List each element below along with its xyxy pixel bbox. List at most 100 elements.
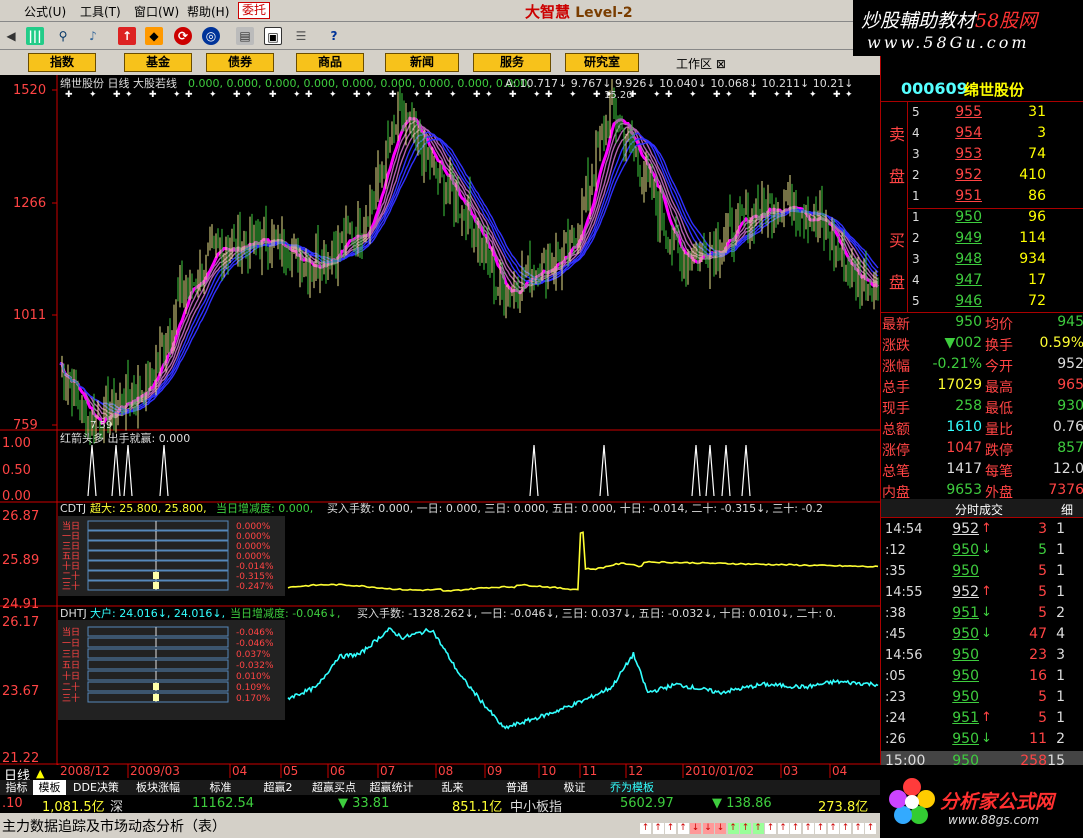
sell-level-row[interactable]: 2 952 410 [881, 166, 1083, 187]
legend-value: 0.000% [236, 542, 271, 552]
template-tab[interactable]: 超赢2 [251, 780, 305, 795]
buy-price[interactable]: 946 [926, 293, 982, 309]
buy-price[interactable]: 947 [926, 272, 982, 288]
menu-tools[interactable]: 工具(T) [80, 3, 121, 20]
buy-price[interactable]: 949 [926, 230, 982, 246]
close-icon[interactable]: ⊠ [716, 57, 726, 71]
sell-level-row[interactable]: 1 951 86 [881, 187, 1083, 208]
nav-index[interactable]: 指数 [28, 53, 96, 72]
marker: ✚ [233, 90, 241, 100]
template-tab[interactable]: 超赢统计 [363, 780, 420, 795]
sell-price[interactable]: 954 [926, 125, 982, 141]
back-icon[interactable]: ◀ [2, 27, 20, 45]
template-tab[interactable]: 板块涨幅 [126, 780, 190, 795]
arrow-down-icon: ↓ [981, 605, 992, 620]
flower-logo-icon [889, 778, 935, 824]
sell-price[interactable]: 955 [926, 104, 982, 120]
list-icon[interactable]: ☰ [292, 27, 310, 45]
buy-volume: 17 [1028, 272, 1046, 288]
ticks-detail-tab[interactable]: 细 [1061, 501, 1073, 518]
marker: ✦ [809, 90, 817, 100]
signal-pulse [159, 444, 169, 497]
menu-window[interactable]: 窗口(W) [134, 3, 179, 20]
sell-level-row[interactable]: 3 953 74 [881, 145, 1083, 166]
diamond-icon[interactable]: ◆ [145, 27, 163, 45]
template-tab[interactable]: DDE决策 [66, 780, 126, 795]
sync-icon[interactable]: ⟳ [174, 27, 192, 45]
legend-value: -0.046% [236, 639, 274, 649]
legend-label: 一日 [62, 638, 80, 649]
arrow-down-icon: ↓ [981, 542, 992, 557]
buy-price[interactable]: 948 [926, 251, 982, 267]
ma-ribbon-line [59, 120, 879, 421]
arrow-up-icon[interactable]: ↑ [118, 27, 136, 45]
help-icon[interactable]: ? [325, 27, 343, 45]
template-tab[interactable]: 极证 [549, 780, 600, 795]
tick-count: 2 [1056, 605, 1065, 621]
signal-pulse [721, 444, 731, 497]
triangle-up-icon[interactable]: ▲ [36, 767, 44, 780]
template-tab[interactable]: 乔为模板 [600, 780, 664, 795]
workarea-label[interactable]: 工作区 ⊠ [676, 55, 726, 72]
arrow-up-icon: ↑ [981, 521, 992, 536]
trade-button[interactable]: 委托 [238, 2, 270, 19]
mini-arrow-icon: ↑ [652, 823, 664, 834]
index-value: 5602.97 [620, 796, 674, 811]
chart-area[interactable]: 1520 1266 1011 759 1.00 0.50 0.00 26.87 25.89 24.… [0, 75, 880, 780]
menu-formula[interactable]: 公式(U) [24, 3, 66, 20]
ticks-title[interactable]: 分时成交 [955, 501, 1003, 518]
mini-arrow-icon: ↑ [790, 823, 801, 834]
sell-level-row[interactable]: 4 954 3 [881, 124, 1083, 145]
nav-news[interactable]: 新闻 [385, 53, 459, 72]
quote-value: -0.21% [932, 356, 982, 372]
cdtj-tick-label: 25.89 [2, 553, 39, 568]
marker: ✚ [665, 90, 673, 100]
buy-level-row[interactable]: 2 949 114 [881, 229, 1083, 250]
nav-fund[interactable]: 基金 [124, 53, 192, 72]
tick-volume: 47 [1029, 626, 1047, 642]
brand-name: 大智慧 [525, 3, 571, 21]
buy-level-row[interactable]: 4 947 17 [881, 271, 1083, 292]
binoculars-icon[interactable]: ⚲ [54, 27, 72, 45]
bell-icon[interactable]: ♪ [84, 27, 102, 45]
chart-svg[interactable]: 1520126610117591.000.500.0026.8725.8924.… [0, 75, 880, 780]
legend-value: -0.046% [236, 628, 274, 638]
template-tab[interactable]: 乱来 [420, 780, 485, 795]
buy-price[interactable]: 950 [926, 209, 982, 225]
main-chart-title: 绵世股份 日线 大股若线 [60, 76, 177, 90]
template-tab[interactable]: 标准 [190, 780, 251, 795]
quote-label: 最新 [882, 317, 910, 333]
app-brand: 大智慧 Level-2 [525, 1, 633, 21]
sell-price[interactable]: 952 [926, 167, 982, 183]
mini-arrow-icon: ↑ [752, 823, 764, 834]
buy-level-row[interactable]: 3 948 934 [881, 250, 1083, 271]
marker: ✦ [689, 90, 697, 100]
quote-row: 现手 258 最低 930 [881, 396, 1083, 417]
high-label: 15.20 [604, 90, 633, 101]
template-tab[interactable]: 模板 [33, 780, 66, 795]
watermark-url: www.58Gu.com [867, 33, 1030, 52]
sell-price[interactable]: 953 [926, 146, 982, 162]
template-tab[interactable]: 指标 [0, 780, 33, 795]
dhtj-label: DHTJ [60, 607, 87, 620]
globe-icon[interactable]: ◎ [202, 27, 220, 45]
nav-research[interactable]: 研究室 [565, 53, 639, 72]
doc-icon[interactable]: ▤ [236, 27, 254, 45]
nav-bond[interactable]: 债券 [206, 53, 274, 72]
nav-commodity[interactable]: 商品 [296, 53, 364, 72]
sell-price[interactable]: 951 [926, 188, 982, 204]
nav-service[interactable]: 服务 [473, 53, 551, 72]
tick-time: :26 [885, 732, 906, 747]
main-chart-values: 0.000, 0.000, 0.000, 0.000, 0.000, 0.000… [188, 77, 531, 90]
template-tab[interactable]: 普通 [485, 780, 549, 795]
sell-level-row[interactable]: 5 955 31 [881, 103, 1083, 124]
buy-level-row[interactable]: 5 946 72 [881, 292, 1083, 313]
period-selector[interactable]: 日线 ▲ [0, 765, 60, 784]
bars-icon[interactable]: ||| [26, 27, 44, 45]
tick-time: :45 [885, 627, 906, 642]
menu-help[interactable]: 帮助(H) [187, 3, 229, 20]
template-tab[interactable]: 超赢买点 [305, 780, 363, 795]
window-icon[interactable]: ▣ [264, 27, 282, 45]
tick-time: :05 [885, 669, 906, 684]
buy-level-row[interactable]: 1 950 96 [881, 208, 1083, 229]
